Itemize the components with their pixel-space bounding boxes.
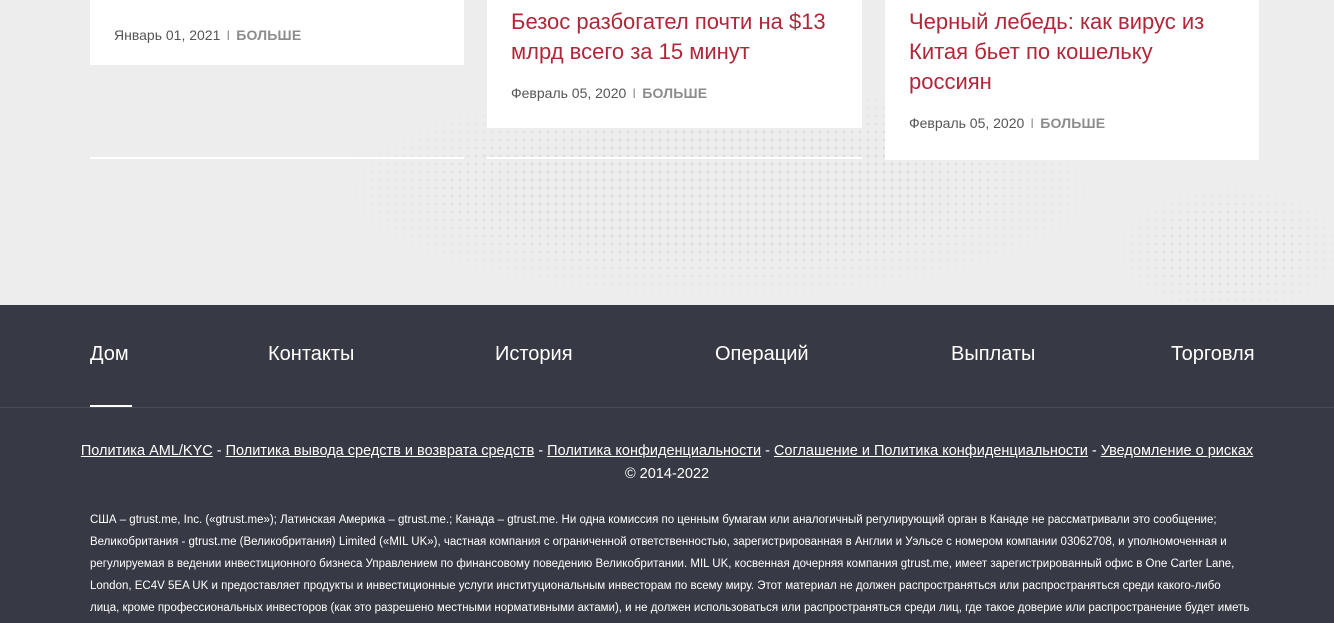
meta-separator: I	[1030, 115, 1035, 131]
read-more-link[interactable]: БОЛЬШЕ	[642, 85, 707, 101]
news-date: Февраль 05, 2020	[909, 115, 1025, 131]
news-date: Февраль 05, 2020	[511, 85, 627, 101]
policy-separator: -	[538, 443, 544, 459]
news-card[interactable]: Безос разбогател почти на $13 млрд всего…	[487, 0, 862, 128]
nav-active-indicator	[90, 405, 132, 407]
news-meta: Февраль 05, 2020 I БОЛЬШЕ	[909, 115, 1235, 131]
nav-item-contacts[interactable]: Контакты	[268, 343, 354, 366]
read-more-link[interactable]: БОЛЬШЕ	[236, 27, 301, 43]
nav-item-operations[interactable]: Операций	[715, 343, 809, 366]
read-more-link[interactable]: БОЛЬШЕ	[1040, 115, 1105, 131]
card-divider	[90, 157, 464, 159]
agreement-policy-link[interactable]: Соглашение и Политика конфиденциальности	[774, 443, 1088, 459]
meta-separator: I	[632, 85, 637, 101]
nav-item-payouts[interactable]: Выплаты	[951, 343, 1035, 366]
footer-nav: Дом Контакты История Операций Выплаты То…	[0, 305, 1334, 408]
nav-item-trading[interactable]: Торговля	[1171, 343, 1255, 366]
card-divider	[487, 157, 862, 159]
news-title[interactable]: Безос разбогател почти на $13 млрд всего…	[511, 7, 838, 67]
nav-item-home[interactable]: Дом	[90, 343, 129, 366]
aml-kyc-policy-link[interactable]: Политика AML/KYC	[81, 443, 213, 459]
nav-item-history[interactable]: История	[495, 343, 573, 366]
site-footer: Дом Контакты История Операций Выплаты То…	[0, 305, 1334, 623]
policy-links: Политика AML/KYC - Политика вывода средств…	[0, 440, 1334, 486]
news-date: Январь 01, 2021	[114, 27, 221, 43]
policy-separator: -	[1091, 443, 1097, 459]
news-meta: Февраль 05, 2020 I БОЛЬШЕ	[511, 85, 838, 101]
legal-disclaimer: США – gtrust.me, Inc. («gtrust.me»); Лат…	[90, 514, 1250, 614]
privacy-policy-link[interactable]: Политика конфиденциальности	[547, 443, 761, 459]
policy-separator: -	[765, 443, 770, 459]
news-card: Январь 01, 2021 I БОЛЬШЕ	[90, 0, 464, 65]
news-section: Январь 01, 2021 I БОЛЬШЕ Безос разбогател …	[0, 0, 1334, 305]
withdrawal-policy-link[interactable]: Политика вывода средств и возврата средс…	[226, 443, 535, 459]
copyright: © 2014-2022	[624, 466, 710, 482]
policy-separator: -	[216, 443, 222, 459]
meta-separator: I	[226, 27, 231, 43]
news-meta: Январь 01, 2021 I БОЛЬШЕ	[114, 27, 301, 43]
risk-notice-link[interactable]: Уведомление о рисках	[1101, 443, 1253, 459]
news-title[interactable]: Черный лебедь: как вирус из Китая бьет п…	[909, 7, 1235, 97]
news-card[interactable]: Черный лебедь: как вирус из Китая бьет п…	[885, 0, 1259, 160]
